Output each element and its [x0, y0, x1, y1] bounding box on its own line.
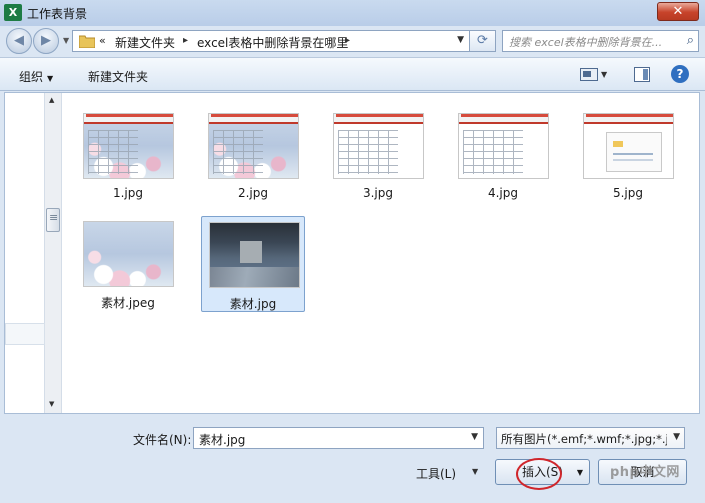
view-icon[interactable] [580, 68, 598, 81]
file-thumbnail [208, 113, 299, 179]
navigation-bar: ◀ ▶ ▼ « 新建文件夹 ▸ excel表格中删除背景在哪里 ▸ ▼ ⟳ 搜索… [0, 26, 705, 57]
window-title: 工作表背景 [27, 7, 88, 21]
file-name: 1.jpg [112, 186, 144, 200]
vertical-scrollbar[interactable]: ▲ ▼ [45, 93, 62, 413]
breadcrumb-item[interactable]: excel表格中删除背景在哪里 [197, 34, 348, 51]
preview-pane-icon[interactable] [634, 67, 650, 82]
refresh-button[interactable]: ⟳ [470, 30, 496, 52]
file-item[interactable]: 2.jpg [201, 108, 305, 204]
recent-locations-dropdown[interactable]: ▼ [63, 36, 69, 45]
scroll-down-icon[interactable]: ▼ [49, 400, 54, 408]
arrow-left-icon: ◀ [14, 33, 24, 48]
search-icon[interactable]: ⌕ [687, 33, 694, 48]
dialog-preview [606, 132, 662, 172]
chevron-right-icon[interactable]: ▸ [183, 35, 188, 46]
spreadsheet-ribbon [334, 114, 423, 124]
file-thumbnail [583, 113, 674, 179]
file-name: 素材.jpeg [101, 296, 155, 310]
file-item[interactable]: 4.jpg [451, 108, 555, 204]
chevron-down-icon: ▼ [47, 74, 54, 83]
file-name: 4.jpg [487, 186, 519, 200]
dialog-footer: 文件名(N): 素材.jpg ▼ 所有图片(*.emf;*.wmf;*.jpg;… [0, 414, 705, 503]
breadcrumb-item[interactable]: 新建文件夹 [115, 34, 175, 51]
organize-menu[interactable]: 组织 ▼ [19, 68, 53, 85]
command-toolbar: 组织 ▼ 新建文件夹 ▼ ? [0, 57, 705, 91]
chevron-down-icon[interactable]: ▼ [673, 432, 680, 442]
chevron-down-icon[interactable]: ▼ [472, 467, 478, 476]
file-name: 3.jpg [362, 186, 394, 200]
folder-icon [79, 35, 95, 48]
scroll-up-icon[interactable]: ▲ [49, 96, 54, 104]
file-item[interactable]: 3.jpg [326, 108, 430, 204]
tools-menu[interactable]: 工具(L) [416, 465, 456, 482]
back-button[interactable]: ◀ [6, 28, 32, 54]
chevron-down-icon[interactable]: ▼ [457, 35, 464, 45]
spreadsheet-ribbon [209, 114, 298, 124]
close-button[interactable]: ✕ [657, 2, 699, 21]
file-item-selected[interactable]: 素材.jpg [201, 216, 305, 312]
chevron-down-icon[interactable]: ▼ [471, 432, 478, 442]
navigation-pane[interactable] [5, 93, 45, 413]
forward-button[interactable]: ▶ [33, 28, 59, 54]
file-thumbnail [458, 113, 549, 179]
address-bar[interactable]: « 新建文件夹 ▸ excel表格中删除背景在哪里 ▸ ▼ [72, 30, 470, 52]
help-icon[interactable]: ? [671, 65, 689, 83]
file-item[interactable]: 1.jpg [76, 108, 180, 204]
file-name: 5.jpg [612, 186, 644, 200]
chevron-right-icon[interactable]: ▸ [345, 35, 350, 46]
refresh-icon: ⟳ [477, 33, 488, 48]
breadcrumb-overflow[interactable]: « [99, 34, 106, 47]
file-thumbnail [83, 113, 174, 179]
organize-label: 组织 [19, 70, 44, 84]
search-input[interactable]: 搜索 excel表格中删除背景在... ⌕ [502, 30, 699, 52]
spreadsheet-grid [338, 130, 398, 174]
spreadsheet-ribbon [84, 114, 173, 124]
spreadsheet-ribbon [459, 114, 548, 124]
spreadsheet-grid [213, 130, 263, 174]
chevron-down-icon[interactable]: ▼ [601, 70, 607, 79]
navigation-pane-item[interactable] [5, 323, 45, 345]
file-type-value: 所有图片(*.emf;*.wmf;*.jpg;*.jp [501, 432, 667, 446]
chevron-down-icon[interactable]: ▼ [577, 461, 583, 485]
new-folder-button[interactable]: 新建文件夹 [88, 68, 148, 85]
excel-icon: X [4, 4, 22, 21]
spreadsheet-ribbon [584, 114, 673, 124]
filename-value[interactable]: 素材.jpg [199, 431, 245, 448]
search-placeholder: 搜索 excel表格中删除背景在... [509, 36, 663, 49]
spreadsheet-grid [88, 130, 138, 174]
file-thumbnail [333, 113, 424, 179]
spreadsheet-grid [463, 130, 523, 174]
highlight-circle [516, 458, 562, 490]
file-name: 素材.jpg [229, 297, 277, 311]
filename-field[interactable]: 素材.jpg ▼ [193, 427, 484, 449]
watermark: php中文网 [610, 465, 680, 480]
file-item[interactable]: 5.jpg [576, 108, 680, 204]
file-type-select[interactable]: 所有图片(*.emf;*.wmf;*.jpg;*.jp ▼ [496, 427, 685, 449]
file-name: 2.jpg [237, 186, 269, 200]
title-bar: X 工作表背景 ✕ [0, 0, 705, 26]
file-item[interactable]: 素材.jpeg [76, 216, 180, 312]
filename-label: 文件名(N): [133, 433, 192, 447]
scroll-thumb[interactable] [46, 208, 60, 232]
file-browser: ▲ ▼ 1.jpg 2.jpg 3.jpg 4.jpg [4, 92, 700, 414]
file-thumbnail [209, 222, 300, 288]
file-thumbnail [83, 221, 174, 287]
arrow-right-icon: ▶ [41, 33, 51, 48]
